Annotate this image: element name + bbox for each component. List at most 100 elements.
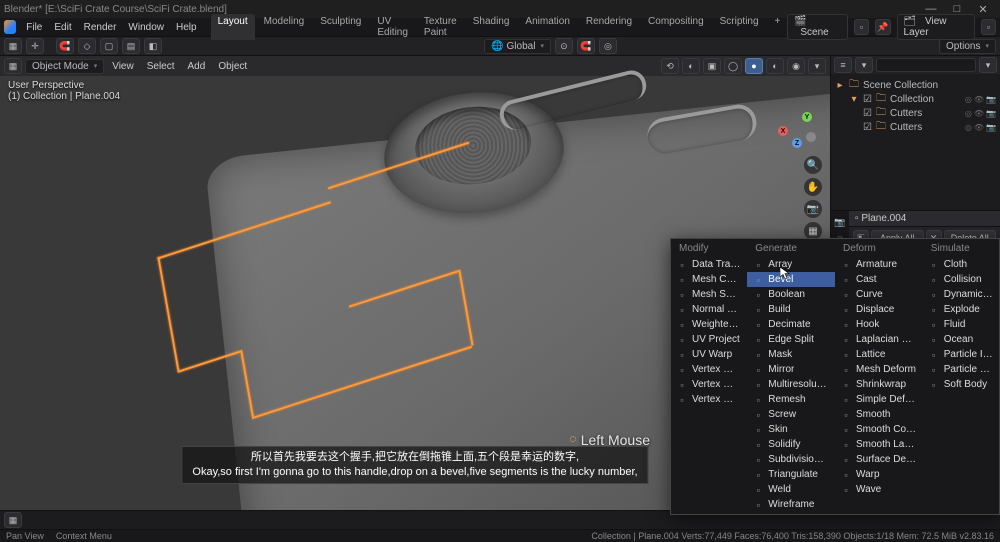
modifier-skin[interactable]: ▫Skin [747, 422, 835, 437]
modifier-triangulate[interactable]: ▫Triangulate [747, 467, 835, 482]
tab-render[interactable]: Rendering [579, 14, 639, 40]
modifier-multiresolution[interactable]: ▫Multiresolution [747, 377, 835, 392]
modifier-solidify[interactable]: ▫Solidify [747, 437, 835, 452]
modifier-uv-project[interactable]: ▫UV Project [671, 332, 747, 347]
shading-dropdown-icon[interactable]: ▾ [808, 58, 826, 74]
zoom-icon[interactable]: 🔍 [804, 156, 822, 174]
options-dropdown[interactable]: Options [939, 39, 996, 54]
tab-sculpting[interactable]: Sculpting [313, 14, 368, 40]
menu-render[interactable]: Render [78, 20, 123, 35]
tree-scene-collection[interactable]: ▸🗀Scene Collection [835, 78, 996, 92]
modifier-smooth[interactable]: ▫Smooth [835, 407, 923, 422]
viewport-menu-add[interactable]: Add [183, 61, 211, 72]
modifier-fluid[interactable]: ▫Fluid [923, 317, 999, 332]
modifier-cast[interactable]: ▫Cast [835, 272, 923, 287]
snap-mode-icon[interactable]: ▢ [100, 38, 118, 54]
modifier-simple-deform[interactable]: ▫Simple Deform [835, 392, 923, 407]
tab-anim[interactable]: Animation [518, 14, 576, 40]
menu-file[interactable]: File [20, 20, 48, 35]
tree-item-cutters-2[interactable]: ☑🗀Cutters◎👁📷 [835, 120, 996, 134]
modifier-vertex-weight-edit[interactable]: ▫Vertex Weight Edit [671, 362, 747, 377]
modifier-shrinkwrap[interactable]: ▫Shrinkwrap [835, 377, 923, 392]
ptab-render-icon[interactable]: 📷 [831, 213, 849, 231]
viewlayer-selector[interactable]: 🗂 View Layer [897, 14, 975, 40]
outliner-disp-icon[interactable]: ▾ [855, 57, 873, 73]
snap-icon[interactable]: 🧲 [56, 38, 74, 54]
tab-texpaint[interactable]: Texture Paint [417, 14, 464, 40]
modifier-decimate[interactable]: ▫Decimate [747, 317, 835, 332]
tree-item-cutters-1[interactable]: ☑🗀Cutters◎👁📷 [835, 106, 996, 120]
viewport-menu-select[interactable]: Select [142, 61, 180, 72]
scene-selector[interactable]: 🎬 Scene [787, 14, 847, 40]
render-shade-icon[interactable]: ◉ [787, 58, 805, 74]
menu-help[interactable]: Help [170, 20, 203, 35]
tree-collection[interactable]: ▾☑🗀Collection◎👁📷 [835, 92, 996, 106]
modifier-dynamic-paint[interactable]: ▫Dynamic Paint [923, 287, 999, 302]
snap-toggle-icon[interactable]: 🧲 [577, 38, 595, 54]
outliner-type-icon[interactable]: ≡ [834, 57, 852, 73]
modifier-lattice[interactable]: ▫Lattice [835, 347, 923, 362]
modifier-laplacian-deform[interactable]: ▫Laplacian Deform [835, 332, 923, 347]
modifier-remesh[interactable]: ▫Remesh [747, 392, 835, 407]
outliner-search-input[interactable] [876, 58, 976, 72]
xray-icon[interactable]: ▣ [703, 58, 721, 74]
prop-edit-icon[interactable]: ◎ [599, 38, 617, 54]
modifier-edge-split[interactable]: ▫Edge Split [747, 332, 835, 347]
tab-script[interactable]: Scripting [713, 14, 766, 40]
modifier-ocean[interactable]: ▫Ocean [923, 332, 999, 347]
snap-extra-icon[interactable]: ◧ [144, 38, 162, 54]
modifier-vertex-weight-proximity[interactable]: ▫Vertex Weight Proximity [671, 392, 747, 407]
snap-target-icon[interactable]: ▤ [122, 38, 140, 54]
mode-dropdown[interactable]: Object Mode [25, 59, 104, 74]
modifier-surface-deform[interactable]: ▫Surface Deform [835, 452, 923, 467]
transform-orient[interactable]: 🌐 Global [484, 39, 551, 54]
modifier-mesh-sequence-cache[interactable]: ▫Mesh Sequence Cache [671, 287, 747, 302]
modifier-particle-system[interactable]: ▫Particle System [923, 362, 999, 377]
viewlayer-new-icon[interactable]: ▫ [981, 19, 996, 35]
editor-type-3d-icon[interactable]: ▦ [4, 58, 22, 74]
modifier-explode[interactable]: ▫Explode [923, 302, 999, 317]
modifier-mesh-cache[interactable]: ▫Mesh Cache [671, 272, 747, 287]
modifier-mask[interactable]: ▫Mask [747, 347, 835, 362]
modifier-array[interactable]: ▫Array [747, 257, 835, 272]
overlay-icon[interactable]: ◐ [682, 58, 700, 74]
modifier-weld[interactable]: ▫Weld [747, 482, 835, 497]
tab-uv[interactable]: UV Editing [370, 14, 415, 40]
gizmo-icon[interactable]: ⟲ [661, 58, 679, 74]
pivot-icon[interactable]: ⊙ [555, 38, 573, 54]
modifier-curve[interactable]: ▫Curve [835, 287, 923, 302]
modifier-displace[interactable]: ▫Displace [835, 302, 923, 317]
camera-icon[interactable]: 📷 [804, 200, 822, 218]
modifier-vertex-weight-mix[interactable]: ▫Vertex Weight Mix [671, 377, 747, 392]
wire-shade-icon[interactable]: ◯ [724, 58, 742, 74]
solid-shade-icon[interactable]: ● [745, 58, 763, 74]
navigation-gizmo[interactable]: Y X Z [778, 112, 816, 150]
modifier-particle-instance[interactable]: ▫Particle Instance [923, 347, 999, 362]
modifier-smooth-corrective[interactable]: ▫Smooth Corrective [835, 422, 923, 437]
modifier-build[interactable]: ▫Build [747, 302, 835, 317]
pan-icon[interactable]: ✋ [804, 178, 822, 196]
tab-comp[interactable]: Compositing [641, 14, 711, 40]
outliner-filter-icon[interactable]: ▾ [979, 57, 997, 73]
modifier-uv-warp[interactable]: ▫UV Warp [671, 347, 747, 362]
modifier-bevel[interactable]: ▫Bevel [747, 272, 835, 287]
matprev-shade-icon[interactable]: ◐ [766, 58, 784, 74]
modifier-wave[interactable]: ▫Wave [835, 482, 923, 497]
modifier-boolean[interactable]: ▫Boolean [747, 287, 835, 302]
tab-add[interactable]: + [768, 14, 788, 40]
viewport-menu-view[interactable]: View [107, 61, 139, 72]
tab-layout[interactable]: Layout [211, 14, 255, 40]
modifier-warp[interactable]: ▫Warp [835, 467, 923, 482]
tab-shading[interactable]: Shading [466, 14, 517, 40]
timeline-type-icon[interactable]: ▦ [4, 512, 22, 528]
modifier-wireframe[interactable]: ▫Wireframe [747, 497, 835, 512]
snap-element-icon[interactable]: ◇ [78, 38, 96, 54]
modifier-cloth[interactable]: ▫Cloth [923, 257, 999, 272]
tab-modeling[interactable]: Modeling [257, 14, 312, 40]
modifier-mesh-deform[interactable]: ▫Mesh Deform [835, 362, 923, 377]
cursor-tool-icon[interactable]: ✛ [26, 38, 44, 54]
modifier-collision[interactable]: ▫Collision [923, 272, 999, 287]
modifier-smooth-laplacian[interactable]: ▫Smooth Laplacian [835, 437, 923, 452]
modifier-screw[interactable]: ▫Screw [747, 407, 835, 422]
menu-edit[interactable]: Edit [48, 20, 77, 35]
